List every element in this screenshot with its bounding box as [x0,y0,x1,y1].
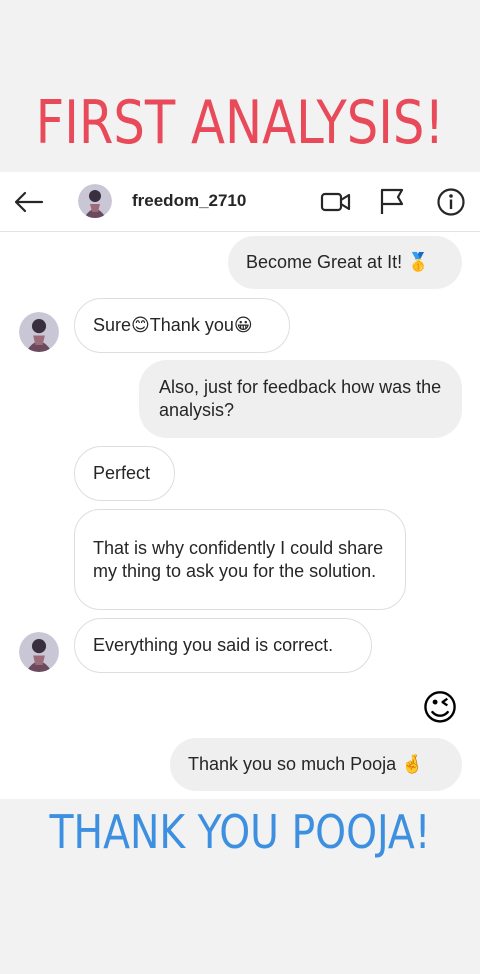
message-bubble[interactable]: That is why confidently I could share my… [74,509,406,610]
info-icon[interactable] [436,187,466,217]
message-bubble[interactable]: Thank you so much Pooja 🤞 [170,738,462,791]
message-bubble[interactable]: Also, just for feedback how was the anal… [139,360,462,438]
username[interactable]: freedom_2710 [132,191,246,211]
chat-panel: freedom_2710 Become Great at It! 🥇 Sure😊… [0,172,480,799]
message-bubble[interactable]: Sure😊Thank you😀 [74,298,290,353]
message-bubble[interactable]: Become Great at It! 🥇 [228,236,462,289]
chat-header: freedom_2710 [0,172,480,232]
back-arrow-icon[interactable] [12,188,44,216]
avatar[interactable] [78,184,112,218]
message-text: Thank you so much Pooja 🤞 [188,754,424,774]
flag-icon[interactable] [378,186,406,216]
message-text: Perfect [93,463,151,483]
avatar[interactable] [19,312,59,352]
video-call-icon[interactable] [320,188,352,216]
message-text: Become Great at It! 🥇 [246,252,430,272]
message-text: That is why confidently I could share my… [93,537,384,581]
message-text: Also, just for feedback how was the anal… [159,377,442,420]
headline-first-analysis: FIRST ANALYSIS! [35,88,445,158]
message-bubble[interactable]: Perfect [74,446,175,501]
message-text: Everything you said is correct. [93,635,334,655]
avatar[interactable] [19,632,59,672]
wink-emoji-message[interactable]: 😉 [418,686,462,730]
headline-thank-you: THANK YOU POOJA! [49,805,431,859]
message-text: Sure😊Thank you😀 [93,315,253,335]
message-bubble[interactable]: Everything you said is correct. [74,618,372,673]
